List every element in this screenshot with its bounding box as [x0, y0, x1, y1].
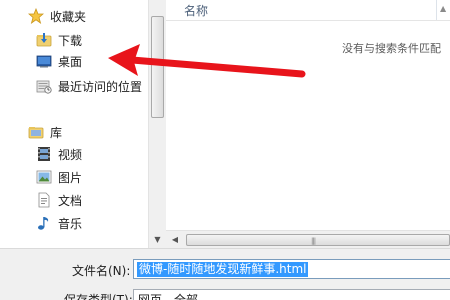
- downloads-folder-icon: [36, 32, 52, 48]
- nav-item-downloads[interactable]: 下载: [36, 30, 82, 50]
- nav-item-pictures[interactable]: 图片: [36, 167, 82, 187]
- nav-item-desktop[interactable]: 桌面: [36, 51, 82, 71]
- recent-places-icon: [36, 78, 52, 94]
- nav-item-label: 音乐: [58, 216, 83, 231]
- file-list-pane: 名称 ▲ 没有与搜索条件匹配: [166, 0, 450, 230]
- horizontal-scrollbar[interactable]: ◀ |||: [166, 230, 450, 248]
- nav-item-label: 库: [50, 125, 63, 140]
- nav-scrollbar-thumb[interactable]: [151, 16, 164, 118]
- column-header-name[interactable]: 名称: [184, 2, 208, 19]
- nav-item-label: 文档: [58, 193, 83, 208]
- empty-results-message: 没有与搜索条件匹配: [342, 42, 441, 55]
- save-form: 文件名(N): 微博-随时随地发现新鲜事.html 保存类型(T): 网页，全部: [0, 248, 450, 300]
- column-header-row: 名称 ▲: [166, 0, 450, 21]
- desktop-icon: [36, 53, 52, 69]
- scroll-down-arrow-icon[interactable]: ▼: [149, 231, 166, 248]
- nav-item-music[interactable]: 音乐: [36, 213, 82, 233]
- nav-item-libraries[interactable]: 库: [28, 122, 62, 142]
- videos-icon: [36, 146, 52, 162]
- filename-label: 文件名(N):: [72, 264, 131, 278]
- nav-item-label: 下载: [58, 33, 83, 48]
- nav-scrollbar[interactable]: ▼: [148, 0, 166, 248]
- nav-item-videos[interactable]: 视频: [36, 144, 82, 164]
- savetype-label: 保存类型(T):: [64, 293, 133, 300]
- scroll-left-arrow-icon[interactable]: ◀: [168, 231, 182, 248]
- nav-item-favorites[interactable]: 收藏夹: [27, 6, 87, 26]
- savetype-select[interactable]: 网页，全部: [133, 289, 450, 300]
- nav-item-label: 最近访问的位置: [58, 79, 143, 94]
- music-icon: [36, 215, 52, 231]
- pictures-icon: [36, 169, 52, 185]
- navigation-pane: 收藏夹 下载 桌面 最近访问的位置 库 视频 图片 文档 音乐: [0, 0, 148, 248]
- nav-item-documents[interactable]: 文档: [36, 190, 82, 210]
- star-icon: [27, 7, 45, 24]
- nav-item-label: 图片: [58, 170, 83, 185]
- nav-item-label: 收藏夹: [50, 9, 87, 24]
- nav-item-label: 视频: [58, 147, 83, 162]
- grip-icon: |||: [311, 237, 316, 245]
- sort-arrow-icon: ▲: [440, 4, 447, 13]
- filename-input[interactable]: 微博-随时随地发现新鲜事.html: [133, 259, 450, 279]
- libraries-icon: [28, 124, 44, 140]
- nav-item-recent-places[interactable]: 最近访问的位置: [36, 76, 142, 96]
- save-as-dialog: 收藏夹 下载 桌面 最近访问的位置 库 视频 图片 文档 音乐 ▼ 名称 ▲ 没…: [0, 0, 450, 300]
- filename-value: 微博-随时随地发现新鲜事.html: [137, 262, 309, 277]
- savetype-value: 网页，全部: [138, 293, 199, 300]
- nav-item-label: 桌面: [58, 54, 83, 69]
- column-divider[interactable]: [436, 0, 437, 20]
- horizontal-scrollbar-thumb[interactable]: |||: [186, 234, 450, 246]
- documents-icon: [36, 192, 52, 208]
